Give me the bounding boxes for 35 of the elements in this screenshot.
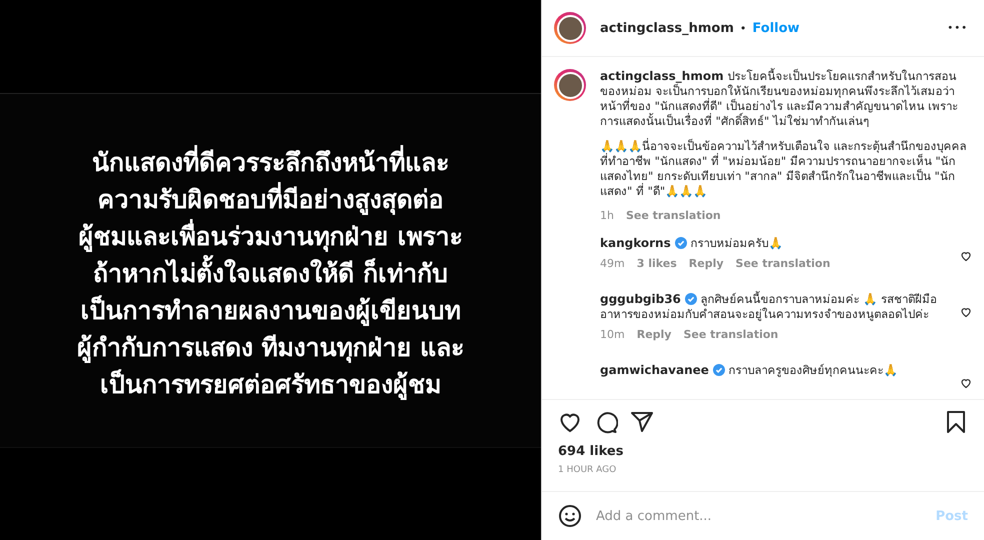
- bookmark-icon[interactable]: [944, 410, 968, 434]
- like-heart-icon[interactable]: [960, 250, 972, 262]
- comment-time: 49m: [600, 257, 625, 270]
- caption-line: ผู้ชมและเพื่อนร่วมงานทุกฝ่าย เพราะ: [78, 218, 462, 254]
- like-heart-icon[interactable]: [960, 306, 972, 318]
- like-heart-icon[interactable]: [960, 377, 972, 389]
- caption-line: เป็นการทำลายผลงานของผู้เขียนบท: [80, 294, 460, 328]
- reply-link[interactable]: Reply: [636, 328, 672, 341]
- comment-time: 10m: [600, 328, 625, 341]
- see-translation-link[interactable]: See translation: [626, 209, 721, 222]
- likes-count[interactable]: 694 likes: [542, 440, 984, 463]
- post-time: 1 HOUR AGO: [542, 463, 984, 492]
- caption-text: 🙏🙏🙏นี่อาจจะเป็นข้อความไว้สำหรับเตือนใจ และกระตุ้นสำนึกของบุคคลที่ทำอาชีพ "นักแสดง" ที่ "หม่อมน้อย" มีความปรารถนาอยากจะเห็น "นักแสดงไทย" ยกระดับเทียบเท่า "สากล" มีจิตสำนึกรักในอาชีพและเป็น "นักแสดง" ที่ "ดี"🙏🙏🙏: [600, 139, 968, 199]
- caption-line: นักแสดงที่ดีควรระลึกถึงหน้าที่และ: [92, 144, 449, 180]
- caption-line: ความรับผิดชอบที่มีอย่างสูงสุดต่อ: [98, 180, 444, 218]
- see-translation-link[interactable]: See translation: [683, 328, 778, 341]
- follow-button[interactable]: Follow: [752, 20, 800, 36]
- likes-count-link[interactable]: 3 likes: [636, 257, 677, 270]
- avatar[interactable]: [554, 12, 586, 44]
- username[interactable]: actingclass_hmom: [600, 20, 734, 36]
- share-send-icon[interactable]: [630, 410, 654, 434]
- smiley-icon[interactable]: [558, 504, 582, 528]
- avatar[interactable]: [554, 69, 586, 101]
- comment-text: kangkorns กราบหม่อมครับ🙏: [600, 236, 784, 251]
- caption-line: เป็นการทรยศต่อศรัทธาของผู้ชม: [100, 368, 441, 402]
- reply-link[interactable]: Reply: [688, 257, 724, 270]
- see-translation-link[interactable]: See translation: [736, 257, 830, 270]
- comment-text: gamwichavanee กราบลาครูของศิษย์ทุกคนนะคะ🙏: [600, 363, 899, 378]
- comment-time: 1h: [600, 209, 614, 222]
- caption-text: actingclass_hmom ประโยคนี้จะเป็นประโยคแรกสำหรับในการสอนของหม่อม จะเป็นการบอกให้นักเรียนของหม่อมทุกคนพึงระลึกไว้เสมอว่าหน้าที่ของ "นักแสดงที่ดี" เป็นอย่างไร และมีความสำคัญขนาดไหน เพราะการแสดงนั้นเป็นเรื่องที่ "ศักดิ์สิทธ์" ไม่ใช่มาทำกันเล่นๆ: [600, 69, 960, 129]
- more-options-button[interactable]: •••: [947, 22, 968, 34]
- caption-line: ถ้าหากไม่ตั้งใจแสดงให้ดี ก็เท่ากับ: [93, 254, 448, 292]
- comment-text: gggubgib36 ลูกศิษย์คนนี้ขอกราบลาหม่อมค่ะ 🙏 รสชาติฝีมืออาหารของหม่อมกับคำสอนจะอยู่ในความทรงจำของหนูตลอดไปค่ะ: [600, 292, 938, 322]
- caption-line: ผู้กำกับการแสดง ทีมงานทุกฝ่าย และ: [76, 332, 464, 365]
- separator: •: [740, 22, 746, 34]
